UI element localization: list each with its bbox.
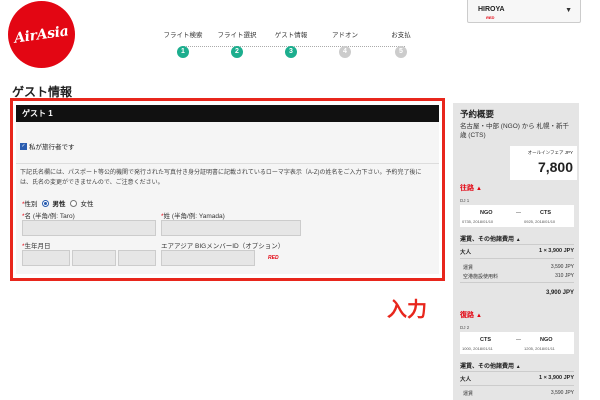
gender-female-label: 女性	[80, 201, 94, 208]
return-arrival-time: 1205, 2018/01/11	[524, 346, 555, 351]
outbound-to: CTS	[540, 210, 551, 216]
outbound-arrival-time: 0925, 2018/01/10	[524, 219, 556, 224]
outbound-flight-box: NGO — CTS 0735, 2018/01/10 0925, 2018/01…	[460, 205, 574, 227]
outbound-total: 3,900 JPY	[545, 290, 574, 296]
checkbox-checked-icon[interactable]: ✓	[20, 142, 27, 150]
last-name-label: *姓 (半角/例: Yamada)	[161, 213, 225, 220]
return-fare-heading[interactable]: 運賃、その他諸費用 ▲	[460, 361, 521, 370]
member-id-input[interactable]	[161, 250, 255, 266]
step-label: ゲスト情報	[274, 32, 308, 39]
gender-female-radio[interactable]	[69, 199, 77, 207]
divider	[460, 244, 574, 245]
logo-text: AirAsia	[13, 22, 70, 47]
return-departure-time: 1000, 2018/01/11	[462, 346, 493, 351]
dob-year-select[interactable]	[22, 250, 70, 266]
first-name-input[interactable]	[22, 220, 156, 236]
traveler-checkbox-label: 私が旅行者です	[29, 144, 75, 151]
gender-male-radio[interactable]	[41, 199, 49, 207]
step-guest-info: ゲスト情報 3	[263, 31, 319, 58]
return-from: CTS	[480, 337, 491, 343]
summary-title: 予約概要	[460, 109, 495, 119]
airasia-logo[interactable]: AirAsia	[8, 1, 75, 68]
caret-down-icon: ▼	[565, 7, 572, 14]
caret-up-icon: ▲	[475, 186, 482, 192]
outbound-fare-row: 運賃 3,590 JPY	[463, 264, 574, 271]
return-fare-row: 運賃 3,590 JPY	[463, 390, 574, 397]
step-flight-select: フライト選択 2	[209, 31, 265, 58]
price-label: オールインフェア JPY	[527, 150, 573, 155]
outbound-fee-row: 空港施設使用料 310 JPY	[463, 273, 574, 280]
return-to: NGO	[540, 337, 553, 343]
return-flight-code: DJ 2	[460, 325, 470, 330]
input-annotation: 入力	[387, 299, 427, 321]
arrow-right-icon: —	[516, 210, 521, 216]
step-number: 2	[231, 46, 243, 58]
caret-up-icon: ▲	[515, 237, 521, 243]
step-payment: お支払 5	[373, 31, 429, 58]
step-flight-search: フライト検索 1	[155, 31, 211, 58]
step-number: 4	[339, 46, 351, 58]
red-member-badge: RED	[268, 255, 279, 261]
last-name-input[interactable]	[161, 220, 301, 236]
price-box: オールインフェア JPY 7,800	[510, 146, 577, 180]
outbound-departure-time: 0735, 2018/01/10	[462, 219, 494, 224]
step-number: 1	[177, 46, 189, 58]
dob-day-select[interactable]	[118, 250, 156, 266]
divider	[16, 163, 439, 164]
name-notice-text: 下記氏名欄には、パスポート等公的機関で発行された写真付き身分証明書に記載されてい…	[20, 170, 422, 186]
guest-header: ゲスト 1	[16, 105, 439, 122]
outbound-toggle[interactable]: 往路 ▲	[460, 183, 482, 193]
outbound-fare-heading[interactable]: 運賃、その他諸費用 ▲	[460, 234, 521, 243]
arrow-right-icon: —	[516, 337, 521, 343]
user-name: HIROYA	[478, 6, 505, 13]
return-toggle[interactable]: 復路 ▲	[460, 310, 482, 320]
user-menu[interactable]: HIROYA RED ▼	[467, 0, 581, 23]
divider	[460, 371, 574, 372]
step-label: フライト検索	[163, 32, 203, 39]
caret-up-icon: ▲	[515, 364, 521, 370]
gender-label: 性別	[24, 201, 38, 208]
step-addons: アドオン 4	[317, 31, 373, 58]
booking-summary-panel: 予約概要 名古屋・中部 (NGO) から 札幌・新千歳 (CTS) オールインフ…	[453, 103, 579, 400]
return-flight-box: CTS — NGO 1000, 2018/01/11 1205, 2018/01…	[460, 332, 574, 354]
member-id-label: エアアジア BIGメンバーID（オプション）	[161, 243, 285, 250]
traveler-checkbox-row[interactable]: ✓ 私が旅行者です	[20, 141, 75, 151]
step-number: 5	[395, 46, 407, 58]
outbound-flight-code: DJ 1	[460, 198, 470, 203]
dob-label: *生年月日	[22, 243, 51, 250]
guest-form-highlight: ゲスト 1 ✓ 私が旅行者です 下記氏名欄には、パスポート等公的機関で発行された…	[10, 98, 445, 281]
gender-row: *性別 男性 女性	[22, 198, 94, 208]
guest-form-body: ✓ 私が旅行者です 下記氏名欄には、パスポート等公的機関で発行された写真付き身分…	[16, 122, 439, 274]
dob-month-select[interactable]	[72, 250, 116, 266]
step-number: 3	[285, 46, 297, 58]
divider	[460, 258, 574, 259]
outbound-adult-row: 大人 1 × 3,900 JPY	[460, 248, 574, 256]
summary-route: 名古屋・中部 (NGO) から 札幌・新千歳 (CTS)	[460, 123, 570, 139]
caret-up-icon: ▲	[475, 313, 482, 319]
member-badge: RED	[486, 15, 495, 20]
step-label: お支払	[391, 32, 411, 39]
step-label: アドオン	[332, 32, 358, 39]
gender-male-label: 男性	[52, 201, 66, 208]
divider	[460, 282, 574, 283]
step-label: フライト選択	[217, 32, 257, 39]
return-adult-row: 大人 1 × 3,900 JPY	[460, 375, 574, 383]
booking-progress-steps: フライト検索 1 フライト選択 2 ゲスト情報 3 アドオン 4 お支払 5	[160, 31, 430, 58]
outbound-from: NGO	[480, 210, 493, 216]
divider	[460, 385, 574, 386]
first-name-label: *名 (半角/例: Taro)	[22, 213, 75, 220]
total-price: 7,800	[537, 159, 573, 175]
